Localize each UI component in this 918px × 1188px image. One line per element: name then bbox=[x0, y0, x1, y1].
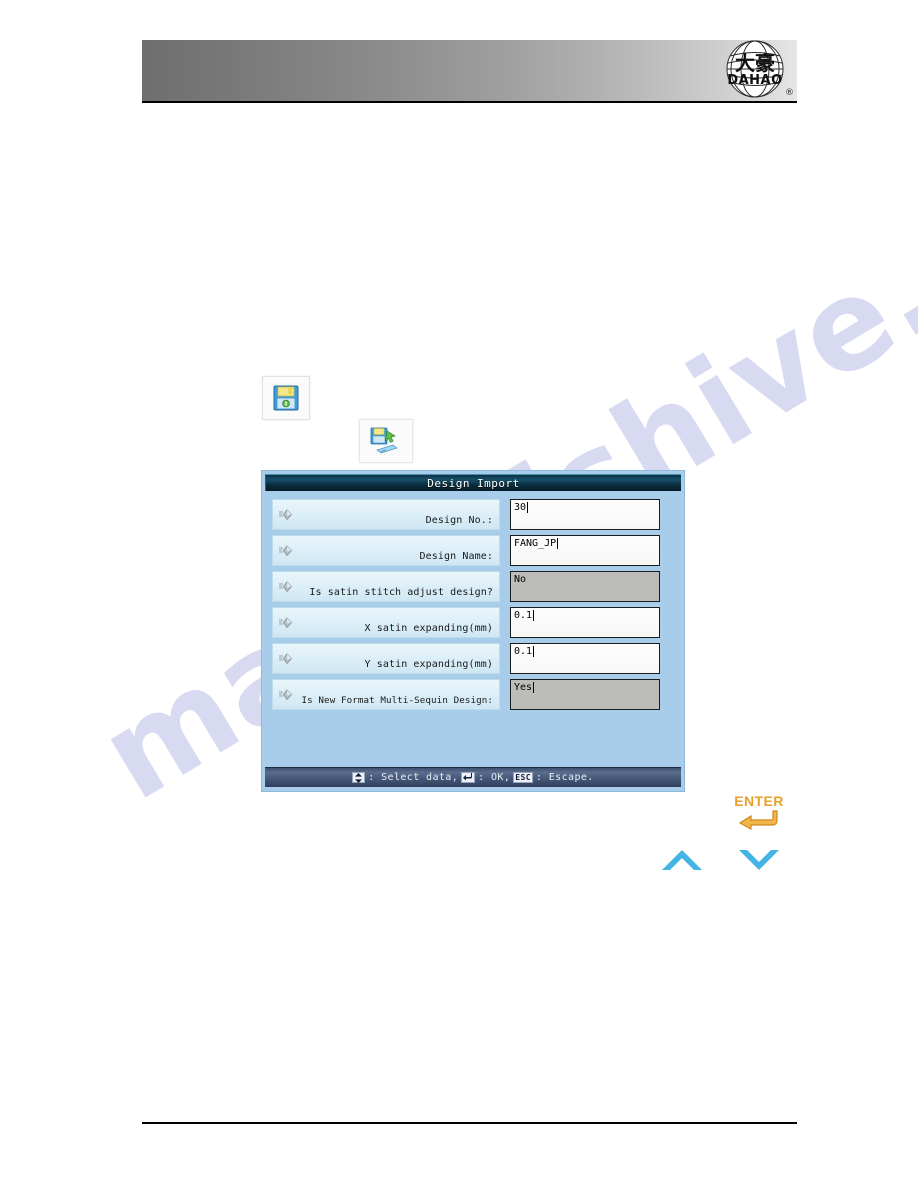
form-row-value-field[interactable]: No bbox=[510, 571, 660, 602]
chevron-down-key[interactable] bbox=[735, 843, 783, 877]
form-row-label-text: Is satin stitch adjust design? bbox=[309, 587, 493, 598]
status-select-text: : Select data, bbox=[368, 772, 459, 783]
row-bullet-icon-wrap bbox=[278, 543, 294, 559]
form-row-value-text: 30 bbox=[514, 502, 527, 513]
row-bullet-icon bbox=[279, 508, 293, 520]
chevron-up-icon bbox=[662, 850, 702, 870]
status-ok-text: : OK, bbox=[478, 772, 511, 783]
row-bullet-icon-wrap bbox=[278, 687, 294, 703]
form-row-value-field[interactable]: FANG_JP bbox=[510, 535, 660, 566]
form-row-value-field[interactable]: Yes bbox=[510, 679, 660, 710]
row-bullet-icon bbox=[279, 688, 293, 700]
logo-brand-text: DAHAO bbox=[727, 73, 782, 88]
status-hint-text: : Select data, : OK, ESC : Escape. bbox=[352, 772, 593, 783]
dialog-titlebar: Design Import bbox=[265, 474, 681, 491]
row-bullet-icon bbox=[279, 616, 293, 628]
row-bullet-icon bbox=[279, 580, 293, 592]
esc-key-glyph: ESC bbox=[513, 772, 533, 783]
form-row-label-cell: Design Name: bbox=[272, 535, 500, 566]
row-bullet-icon-wrap bbox=[278, 651, 294, 667]
form-row-label-cell: Y satin expanding(mm) bbox=[272, 643, 500, 674]
form-row-label-cell: Is satin stitch adjust design? bbox=[272, 571, 500, 602]
form-row-label-cell: X satin expanding(mm) bbox=[272, 607, 500, 638]
row-bullet-icon-wrap bbox=[278, 615, 294, 631]
form-row-value-text: FANG_JP bbox=[514, 538, 557, 549]
form-row-label-text: Y satin expanding(mm) bbox=[364, 659, 493, 670]
form-row[interactable]: Y satin expanding(mm) 0.1 bbox=[272, 643, 674, 674]
updown-arrow-key-glyph bbox=[352, 772, 366, 783]
form-row-label-text: Design No.: bbox=[425, 515, 493, 526]
chevron-down-icon bbox=[739, 850, 779, 870]
form-row-value-field[interactable]: 0.1 bbox=[510, 607, 660, 638]
row-bullet-icon-wrap bbox=[278, 507, 294, 523]
enter-key-glyph bbox=[461, 772, 476, 783]
form-row-label-text: X satin expanding(mm) bbox=[364, 623, 493, 634]
form-row-label-text: Design Name: bbox=[419, 551, 493, 562]
form-row[interactable]: Is satin stitch adjust design? No bbox=[272, 571, 674, 602]
text-caret bbox=[533, 610, 535, 621]
save-icon-button[interactable] bbox=[262, 376, 310, 420]
design-import-icon-button[interactable] bbox=[359, 419, 413, 463]
form-row-value-text: Yes bbox=[514, 682, 533, 693]
form-row-value-text: No bbox=[514, 574, 527, 585]
form-row-value-text: 0.1 bbox=[514, 646, 533, 657]
text-caret bbox=[533, 646, 535, 657]
row-bullet-icon bbox=[279, 652, 293, 664]
text-caret bbox=[533, 682, 535, 693]
enter-arrow-icon bbox=[738, 810, 778, 831]
form-row-value-text: 0.1 bbox=[514, 610, 533, 621]
text-caret bbox=[527, 502, 529, 513]
form-row[interactable]: Is New Format Multi-Sequin Design: Yes bbox=[272, 679, 674, 710]
form-row-label-cell: Is New Format Multi-Sequin Design: bbox=[272, 679, 500, 710]
chevron-up-key[interactable] bbox=[658, 843, 706, 877]
design-import-icon bbox=[370, 427, 398, 454]
form-row-label-text: Is New Format Multi-Sequin Design: bbox=[301, 695, 493, 706]
form-row-value-field[interactable]: 0.1 bbox=[510, 643, 660, 674]
form-row[interactable]: Design Name: FANG_JP bbox=[272, 535, 674, 566]
form-row[interactable]: X satin expanding(mm) 0.1 bbox=[272, 607, 674, 638]
header-rule bbox=[142, 101, 797, 103]
design-import-dialog: Design Import Design No.: 30 Design Name: F… bbox=[261, 470, 685, 792]
floppy-disk-save-icon bbox=[273, 385, 299, 411]
enter-key-label: ENTER bbox=[734, 793, 784, 809]
form-row[interactable]: Design No.: 30 bbox=[272, 499, 674, 530]
header-gradient-band bbox=[142, 40, 797, 102]
row-bullet-icon bbox=[279, 544, 293, 556]
document-page: 大豪 DAHAO ® ENTER Design Import Design No… bbox=[0, 0, 918, 1188]
text-caret bbox=[557, 538, 559, 549]
enter-key-legend: ENTER bbox=[731, 793, 787, 835]
status-escape-text: : Escape. bbox=[535, 772, 594, 783]
form-row-value-field[interactable]: 30 bbox=[510, 499, 660, 530]
dialog-statusbar: : Select data, : OK, ESC : Escape. bbox=[265, 767, 681, 787]
dialog-title: Design Import bbox=[427, 476, 520, 490]
footer-rule bbox=[142, 1122, 797, 1124]
row-bullet-icon-wrap bbox=[278, 579, 294, 595]
logo-chinese-text: 大豪 bbox=[735, 51, 775, 75]
up-down-arrow-icon bbox=[355, 772, 363, 783]
logo-trademark-text: ® bbox=[785, 88, 794, 98]
form-row-label-cell: Design No.: bbox=[272, 499, 500, 530]
dialog-body: Design No.: 30 Design Name: FANG_JP Is satin… bbox=[265, 493, 681, 763]
enter-return-icon bbox=[463, 773, 473, 781]
dahao-logo: 大豪 DAHAO ® bbox=[722, 38, 794, 104]
